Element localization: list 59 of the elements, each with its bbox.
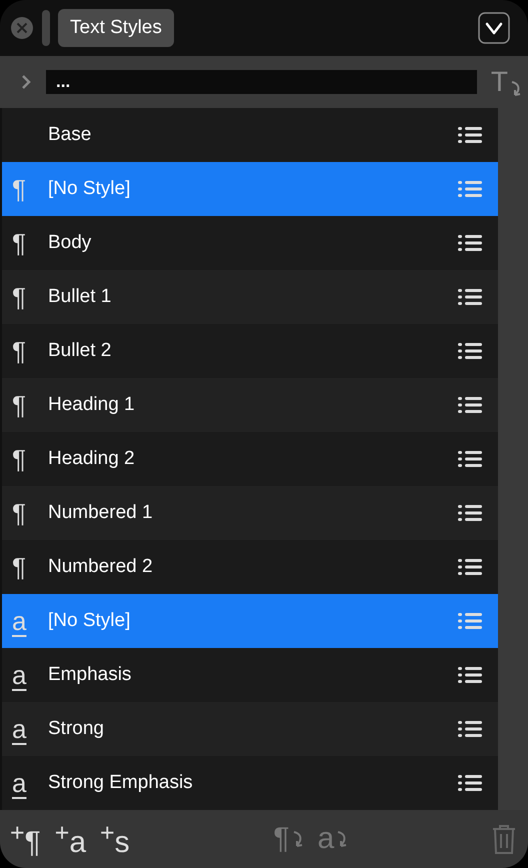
list-icon[interactable]: [458, 396, 482, 414]
list-icon[interactable]: [458, 666, 482, 684]
style-row[interactable]: a [No Style]: [2, 594, 498, 648]
style-type-icon: ¶: [12, 498, 48, 528]
style-row[interactable]: ¶ Numbered 1: [2, 486, 498, 540]
list-icon[interactable]: [458, 450, 482, 468]
style-row[interactable]: ¶ Heading 2: [2, 432, 498, 486]
drag-handle[interactable]: [42, 10, 50, 46]
style-name: Heading 1: [48, 394, 136, 416]
list-icon[interactable]: [458, 234, 482, 252]
style-row[interactable]: ¶ Bullet 1: [2, 270, 498, 324]
style-row[interactable]: ¶ Bullet 2: [2, 324, 498, 378]
style-row[interactable]: ¶ Numbered 2: [2, 540, 498, 594]
panel-tab[interactable]: Text Styles: [58, 9, 174, 47]
style-row[interactable]: ¶ Body: [2, 216, 498, 270]
path-field[interactable]: ...: [46, 70, 477, 94]
add-style-button[interactable]: $^{+}$a: [54, 818, 86, 860]
style-type-icon: a: [12, 714, 48, 744]
style-name: Numbered 1: [48, 502, 154, 524]
style-name: Strong: [48, 718, 105, 740]
style-name: Bullet 2: [48, 340, 112, 362]
style-row[interactable]: Base: [2, 108, 498, 162]
scrollbar-track[interactable]: [498, 108, 528, 810]
add-style-button[interactable]: $^{+}$¶: [10, 818, 41, 860]
add-style-button[interactable]: $^{+}$s: [100, 818, 130, 860]
list-icon[interactable]: [458, 504, 482, 522]
style-type-icon: ¶: [12, 228, 48, 258]
style-row[interactable]: a Strong Emphasis: [2, 756, 498, 810]
list-icon[interactable]: [458, 342, 482, 360]
style-name: [No Style]: [48, 178, 132, 200]
style-type-icon: ¶: [12, 174, 48, 204]
style-name: Numbered 2: [48, 556, 154, 578]
style-name: Strong Emphasis: [48, 772, 194, 794]
style-name: Base: [48, 124, 92, 146]
list-icon[interactable]: [458, 288, 482, 306]
list-icon[interactable]: [458, 774, 482, 792]
close-icon[interactable]: [10, 16, 34, 40]
style-type-icon: ¶: [12, 552, 48, 582]
style-type-icon: a: [12, 660, 48, 690]
list-icon[interactable]: [458, 558, 482, 576]
style-type-icon: ¶: [12, 282, 48, 312]
style-row[interactable]: a Strong: [2, 702, 498, 756]
style-row[interactable]: ¶ Heading 1: [2, 378, 498, 432]
style-name: Emphasis: [48, 664, 132, 686]
style-name: Body: [48, 232, 92, 254]
style-type-icon: ¶: [12, 444, 48, 474]
style-row[interactable]: ¶ [No Style]: [2, 162, 498, 216]
style-row[interactable]: a Emphasis: [2, 648, 498, 702]
style-type-icon: a: [12, 606, 48, 636]
list-icon[interactable]: [458, 126, 482, 144]
list-icon[interactable]: [458, 720, 482, 738]
style-name: [No Style]: [48, 610, 132, 632]
style-type-icon: ¶: [12, 336, 48, 366]
style-name: Heading 2: [48, 448, 136, 470]
style-name: Bullet 1: [48, 286, 112, 308]
dropdown-icon[interactable]: [478, 12, 510, 44]
style-type-icon: a: [12, 768, 48, 798]
chevron-right-icon[interactable]: [20, 73, 32, 91]
style-type-icon: ¶: [12, 390, 48, 420]
